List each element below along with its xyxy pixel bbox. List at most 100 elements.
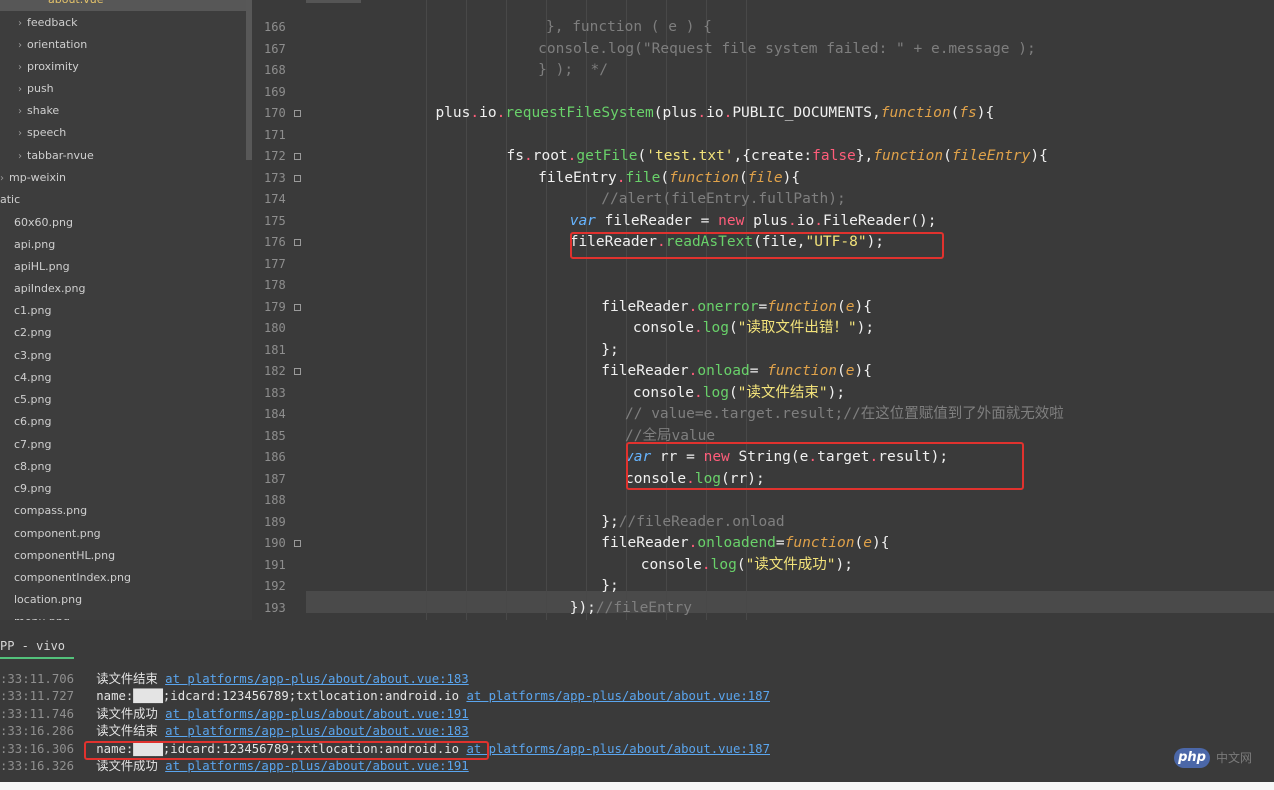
sidebar-item[interactable]: c6.png: [0, 411, 51, 433]
line-number: 167: [252, 39, 306, 61]
sidebar-item[interactable]: c8.png: [0, 456, 51, 478]
sidebar-item-label: c1.png: [14, 304, 52, 317]
sidebar-item[interactable]: c7.png: [0, 434, 51, 456]
sidebar-item[interactable]: atic: [0, 189, 20, 211]
code-line[interactable]: fileReader.onload= function(e){: [601, 361, 872, 383]
code-line[interactable]: fileReader.onloadend=function(e){: [601, 533, 889, 555]
console-tab-underline: [0, 657, 74, 659]
sidebar-item[interactable]: about.vue: [0, 0, 246, 11]
sidebar-item[interactable]: c2.png: [0, 322, 51, 344]
fold-toggle-icon[interactable]: [294, 153, 301, 160]
sidebar-item[interactable]: › push: [0, 78, 54, 100]
code-line[interactable]: console.log("读文件成功");: [641, 555, 853, 577]
code-token: (: [950, 105, 960, 121]
fold-toggle-icon[interactable]: [294, 303, 301, 311]
line-number: 179: [252, 297, 306, 319]
log-source-link[interactable]: at platforms/app-plus/about/about.vue:18…: [466, 689, 770, 703]
sidebar-item[interactable]: apiHL.png: [0, 256, 70, 278]
code-line[interactable]: } ); */: [538, 60, 608, 82]
fold-toggle-icon[interactable]: [294, 368, 301, 375]
console-log-line: :33:11.706 读文件结束 at platforms/app-plus/a…: [0, 671, 469, 689]
sidebar-item[interactable]: › proximity: [0, 56, 79, 78]
line-number-text: 181: [264, 342, 286, 357]
line-number: 190: [252, 533, 306, 555]
code-token: .: [814, 212, 823, 229]
editor-tab-indicator[interactable]: [306, 0, 361, 3]
sidebar-item[interactable]: menu.png: [0, 611, 70, 620]
code-line[interactable]: var fileReader = new plus.io.FileReader(…: [570, 211, 937, 233]
code-line[interactable]: console.log("读取文件出错！");: [633, 318, 874, 340]
code-token: onload: [697, 363, 750, 379]
fold-toggle-icon[interactable]: [294, 239, 301, 246]
sidebar-item[interactable]: componentIndex.png: [0, 567, 131, 589]
sidebar-item[interactable]: c3.png: [0, 345, 51, 367]
log-message: 读文件结束: [96, 724, 158, 738]
code-line[interactable]: };: [601, 340, 618, 362]
code-line[interactable]: //alert(fileEntry.fullPath);: [601, 189, 845, 211]
line-number: 166: [252, 17, 306, 39]
log-source-link[interactable]: at platforms/app-plus/about/about.vue:19…: [165, 707, 469, 721]
log-source-link[interactable]: at platforms/app-plus/about/about.vue:19…: [165, 759, 469, 773]
fold-toggle-icon[interactable]: [294, 174, 301, 182]
sidebar-item[interactable]: compass.png: [0, 500, 87, 522]
code-token: "读取文件出错！": [737, 320, 857, 336]
code-line[interactable]: };: [601, 576, 618, 598]
code-token: (: [637, 148, 647, 164]
fold-toggle-icon[interactable]: [294, 110, 301, 117]
sidebar-item[interactable]: 60x60.png: [0, 212, 73, 234]
sidebar-item-label: api.png: [14, 238, 56, 251]
log-timestamp: :33:16.286: [0, 724, 75, 738]
indent-guide: [506, 0, 507, 620]
code-line[interactable]: console.log("读文件结束");: [633, 383, 845, 405]
log-source-link[interactable]: at platforms/app-plus/about/about.vue:18…: [165, 724, 469, 738]
sidebar-item[interactable]: componentHL.png: [0, 545, 115, 567]
code-line[interactable]: fileReader.onerror=function(e){: [601, 297, 872, 319]
sidebar-item-label: c6.png: [14, 415, 52, 428]
sidebar-item[interactable]: c4.png: [0, 367, 51, 389]
sidebar-item[interactable]: component.png: [0, 523, 101, 545]
line-number: 193: [252, 598, 306, 620]
sidebar-item[interactable]: apiIndex.png: [0, 278, 86, 300]
code-line[interactable]: console.log("Request file system failed:…: [538, 39, 1036, 61]
code-token: new: [718, 212, 745, 229]
code-token: .: [496, 105, 506, 121]
code-token: e: [845, 298, 855, 315]
code-token: ){: [854, 298, 872, 315]
chevron-right-icon: ›: [0, 173, 4, 184]
sidebar-item[interactable]: api.png: [0, 234, 55, 256]
log-source-link[interactable]: at platforms/app-plus/about/about.vue:18…: [466, 742, 770, 756]
line-number-text: 173: [264, 170, 286, 185]
code-line[interactable]: }, function ( e ) {: [546, 17, 712, 39]
sidebar-item[interactable]: › tabbar-nvue: [0, 145, 94, 167]
sidebar-item-label: proximity: [27, 60, 79, 73]
line-number: 176: [252, 232, 306, 254]
sidebar-item[interactable]: › feedback: [0, 12, 78, 34]
sidebar-item[interactable]: › orientation: [0, 34, 87, 56]
code-line[interactable]: plus.io.requestFileSystem(plus.io.PUBLIC…: [435, 103, 994, 125]
sidebar-item[interactable]: c1.png: [0, 300, 51, 322]
sidebar-item-label: push: [27, 82, 54, 95]
code-line[interactable]: });//fileEntry: [570, 598, 692, 620]
log-source-link[interactable]: at platforms/app-plus/about/about.vue:18…: [165, 672, 469, 686]
sidebar-item[interactable]: c5.png: [0, 389, 51, 411]
code-token: ,{create:: [733, 148, 813, 164]
console-tab-label[interactable]: PP - vivo: [0, 639, 65, 653]
code-line[interactable]: // value=e.target.result;//在这位置赋值到了外面就无效…: [625, 404, 1064, 426]
code-line[interactable]: };//fileReader.onload: [601, 512, 784, 534]
code-token: ){: [1030, 148, 1048, 164]
code-line[interactable]: fileEntry.file(function(file){: [538, 168, 800, 190]
code-editor[interactable]: }, function ( e ) {console.log("Request …: [306, 0, 1274, 620]
line-number-text: 193: [264, 600, 286, 615]
fold-toggle-icon[interactable]: [294, 540, 301, 547]
sidebar-item[interactable]: location.png: [0, 589, 82, 611]
sidebar-item[interactable]: › mp-weixin: [0, 167, 66, 189]
code-token: },: [855, 148, 874, 164]
sidebar-item[interactable]: c9.png: [0, 478, 51, 500]
code-line[interactable]: fs.root.getFile('test.txt',{create:false…: [507, 146, 1048, 168]
highlight-box-console-log-rr: [626, 442, 1024, 490]
sidebar-item[interactable]: › speech: [0, 122, 66, 144]
sidebar-item[interactable]: › shake: [0, 100, 59, 122]
chevron-right-icon: ›: [18, 62, 22, 73]
line-number-text: 176: [264, 235, 286, 249]
line-number-text: 188: [264, 493, 286, 507]
